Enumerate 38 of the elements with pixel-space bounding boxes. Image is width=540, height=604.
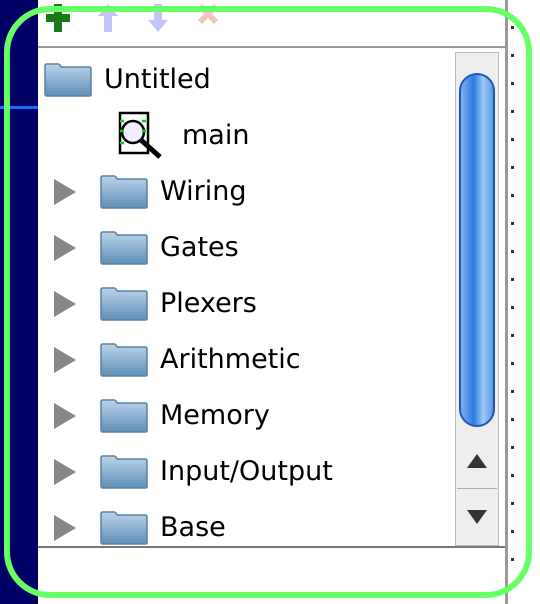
tree-item[interactable]: Plexers: [38, 276, 455, 332]
item-label: Untitled: [104, 62, 211, 97]
tree-item[interactable]: Wiring: [38, 164, 455, 220]
tree-item[interactable]: Arithmetic: [38, 332, 455, 388]
expand-arrow-icon[interactable]: [54, 515, 76, 541]
scrollbar-thumb[interactable]: [459, 73, 495, 427]
folder-icon: [100, 287, 148, 321]
item-label: Memory: [160, 398, 270, 433]
expand-arrow-icon[interactable]: [54, 235, 76, 261]
item-label: main: [182, 118, 250, 153]
tree-item[interactable]: Untitled: [38, 52, 455, 108]
item-label: Wiring: [160, 174, 246, 209]
folder-icon: [44, 63, 92, 97]
folder-icon: [100, 399, 148, 433]
expand-arrow-icon[interactable]: [54, 347, 76, 373]
circuit-item[interactable]: main: [38, 108, 455, 164]
expand-arrow-icon[interactable]: [54, 403, 76, 429]
plus-icon[interactable]: [46, 4, 70, 32]
folder-icon: [100, 231, 148, 265]
scrollbar[interactable]: [455, 52, 499, 546]
tree-item[interactable]: Base: [38, 500, 455, 546]
folder-icon: [100, 175, 148, 209]
item-label: Arithmetic: [160, 342, 301, 377]
down-arrow-icon: [467, 510, 487, 524]
item-label: Base: [160, 510, 226, 545]
up-arrow-icon: [467, 454, 487, 468]
expand-arrow-icon[interactable]: [54, 179, 76, 205]
expand-arrow-icon[interactable]: [54, 291, 76, 317]
item-label: Input/Output: [160, 454, 333, 489]
expand-arrow-icon[interactable]: [54, 459, 76, 485]
folder-icon: [100, 343, 148, 377]
folder-icon: [100, 511, 148, 545]
tree-item[interactable]: Memory: [38, 388, 455, 444]
item-label: Plexers: [160, 286, 257, 321]
folder-icon: [100, 455, 148, 489]
tree-item[interactable]: Input/Output: [38, 444, 455, 500]
tree-item[interactable]: Gates: [38, 220, 455, 276]
item-label: Gates: [160, 230, 239, 265]
